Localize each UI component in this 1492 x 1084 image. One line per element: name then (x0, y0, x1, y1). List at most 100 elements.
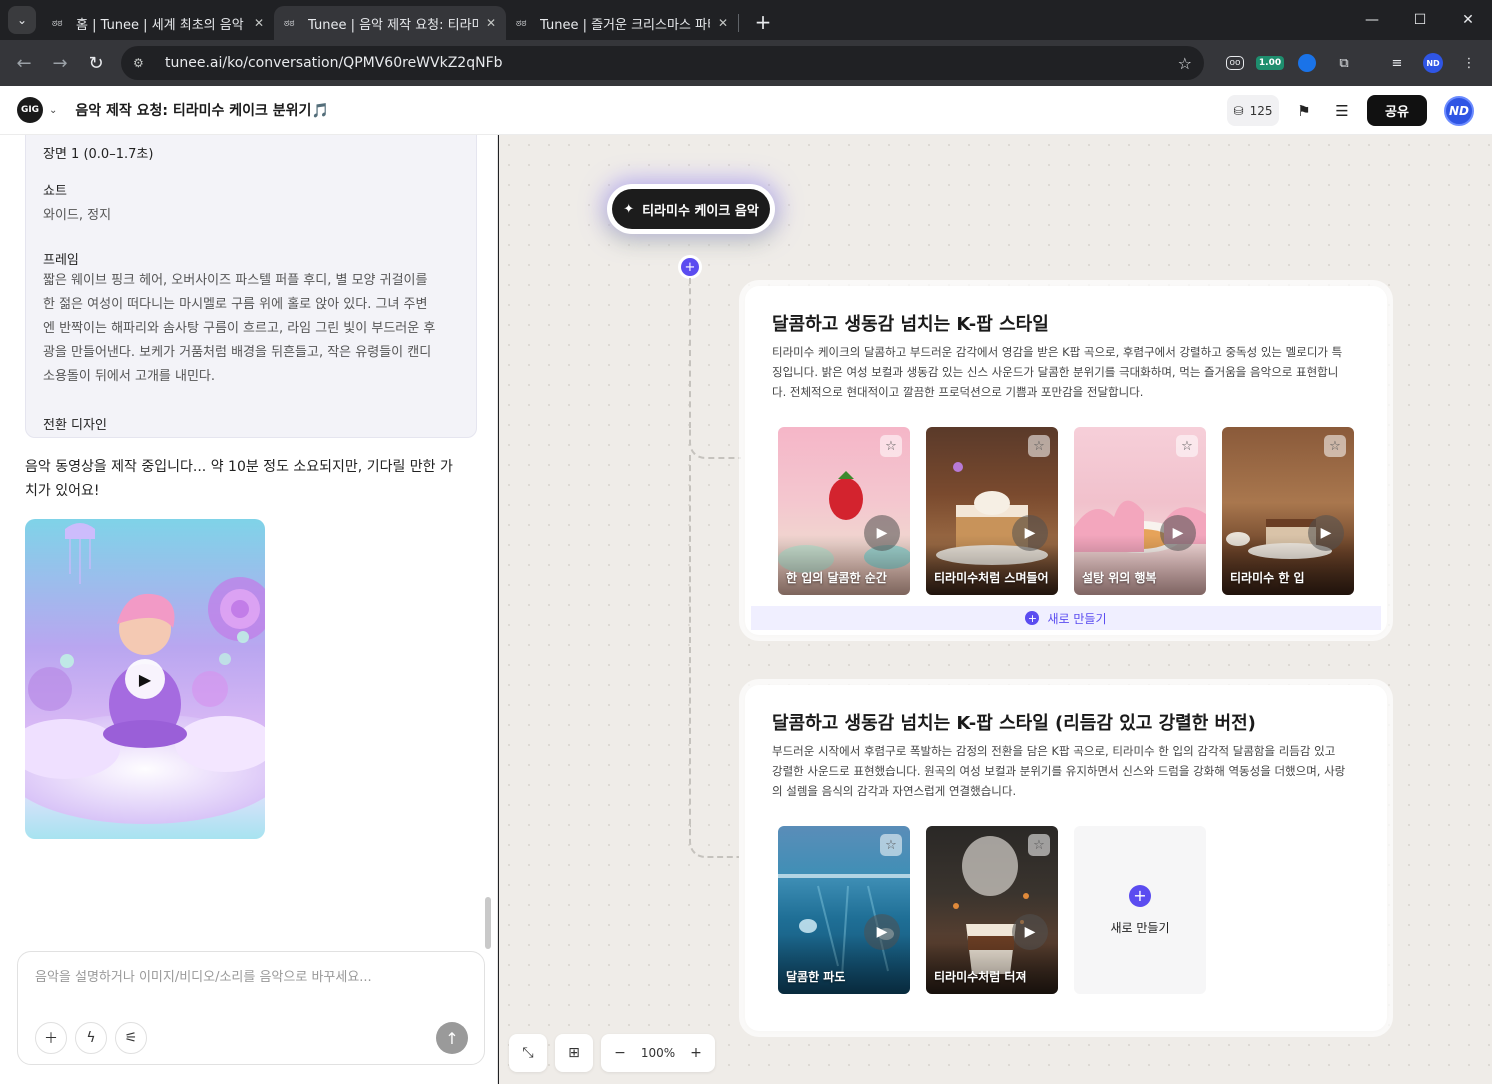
playlist-icon[interactable]: ☰ (1327, 95, 1357, 126)
zoom-in-icon[interactable]: + (677, 1034, 715, 1072)
play-icon[interactable]: ▶ (1012, 914, 1048, 950)
grid-view-button[interactable]: ⊞ (555, 1034, 593, 1072)
track-tile[interactable]: ☆ ▶ 한 입의 달콤한 순간 (778, 427, 910, 595)
star-icon[interactable]: ☆ (1324, 435, 1346, 457)
desc-line: 의 설렘을 음식의 감각과 자연스럽게 연결했습니다. (772, 784, 1017, 798)
back-arrow-icon[interactable]: ← (6, 53, 42, 74)
collapse-icon[interactable]: ⤡ (509, 1034, 547, 1072)
scene-title: 장면 1 (0.0–1.7초) (43, 147, 154, 162)
transition-label: 전환 디자인 (43, 418, 107, 433)
tab-title: 홈 | Tunee | 세계 최초의 음악 ( (76, 17, 246, 33)
close-icon[interactable]: ✕ (254, 16, 264, 30)
music-video-thumbnail[interactable]: ▶ (25, 519, 265, 839)
play-icon[interactable]: ▶ (125, 659, 165, 699)
connector-line (689, 825, 739, 858)
tab-title: Tunee | 즐거운 크리스마스 파티 (540, 17, 710, 33)
zoom-controls: − 100% + (601, 1034, 715, 1072)
star-icon[interactable]: ☆ (1176, 435, 1198, 457)
browser-tab[interactable]: ಠಠ Tunee | 즐거운 크리스마스 파티 ✕ (506, 6, 738, 40)
play-icon[interactable]: ▶ (1012, 515, 1048, 551)
browser-tab[interactable]: ಠಠ 홈 | Tunee | 세계 최초의 음악 ( ✕ (42, 6, 274, 40)
star-icon[interactable]: ☆ (880, 834, 902, 856)
result-card: 달콤하고 생동감 넘치는 K-팝 스타일 티라미수 케이크의 달콤하고 부드러운… (745, 286, 1387, 635)
zoom-out-icon[interactable]: − (601, 1034, 639, 1072)
prompt-input[interactable]: 음악을 설명하거나 이미지/비디오/소리를 음악으로 바꾸세요... (35, 966, 372, 985)
track-tile[interactable]: ☆ ▶ 티라미수 한 입 (1222, 427, 1354, 595)
new-create-bar[interactable]: + 새로 만들기 (751, 606, 1381, 630)
play-icon[interactable]: ▶ (1308, 515, 1344, 551)
browser-tab-active[interactable]: ಠಠ Tunee | 음악 제작 요청: 티라미 ✕ (274, 6, 506, 40)
star-icon[interactable]: ☆ (1028, 834, 1050, 856)
bookmark-star-icon[interactable]: ☆ (1178, 54, 1192, 73)
prompt-composer[interactable]: 음악을 설명하거나 이미지/비디오/소리를 음악으로 바꾸세요... ＋ ϟ ⚟… (17, 951, 485, 1065)
close-icon[interactable]: ✕ (718, 16, 728, 30)
play-icon[interactable]: ▶ (864, 914, 900, 950)
flag-icon[interactable]: ⚑ (1289, 95, 1319, 126)
desc-line: 티라미수 케이크의 달콤하고 부드러운 감각에서 영감을 받은 K팝 곡으로, … (772, 345, 1343, 359)
track-title: 티라미수 한 입 (1230, 571, 1305, 585)
desc-line: 다. 전체적으로 현대적이고 깔끔한 프로덕션으로 기쁨과 포만감을 전달합니다… (772, 385, 1144, 399)
star-icon[interactable]: ☆ (880, 435, 902, 457)
lightning-icon[interactable]: ϟ (75, 1022, 107, 1054)
tab-title: Tunee | 음악 제작 요청: 티라미 (308, 17, 478, 33)
add-attachment-icon[interactable]: ＋ (35, 1022, 67, 1054)
plus-icon: + (1025, 611, 1040, 625)
desc-line: 징입니다. 밝은 여성 보컬과 생동감 있는 신스 사운드가 달콤한 분위기를 … (772, 365, 1339, 379)
chat-panel: 장면 1 (0.0–1.7초) 쇼트 와이드, 정지 프레임 짧은 웨이브 핑크… (0, 135, 498, 1084)
settings-sliders-icon[interactable]: ⚟ (115, 1022, 147, 1054)
conversation-title: 음악 제작 요청: 티라미수 케이크 분위기🎵 (75, 103, 329, 119)
more-menu-icon[interactable]: ⋮ (1456, 50, 1482, 76)
extension-badge-icon[interactable]: 1.00 (1255, 50, 1285, 76)
star-icon[interactable]: ☆ (1028, 435, 1050, 457)
avatar[interactable]: ND (1444, 96, 1474, 126)
tunee-logo[interactable]: GIG (17, 97, 43, 123)
frame-line: 엔 반짝이는 해파리와 솜사탕 구름이 흐르고, 라임 그린 빛이 부드러운 후 (43, 321, 436, 336)
frame-line: 짧은 웨이브 핑크 헤어, 오버사이즈 파스텔 퍼플 후디, 별 모양 귀걸이를 (43, 273, 428, 288)
chevron-down-icon[interactable]: ⌄ (49, 105, 57, 116)
send-button[interactable]: ↑ (436, 1022, 468, 1054)
scrollbar[interactable] (485, 897, 491, 949)
track-tile[interactable]: ☆ ▶ 달콤한 파도 (778, 826, 910, 994)
site-settings-icon[interactable]: ⚙ (133, 56, 151, 70)
fit-view-button[interactable]: ⤡ (509, 1034, 547, 1072)
track-tile[interactable]: ☆ ▶ 티라미수처럼 스며들어 (926, 427, 1058, 595)
add-node-button[interactable]: + (681, 258, 699, 276)
minimize-icon[interactable]: — (1348, 0, 1396, 40)
desc-line: 부드러운 시작에서 후렴구로 폭발하는 감정의 전환을 담은 K팝 곡으로, 티… (772, 744, 1336, 758)
frame-select-icon[interactable]: ⊞ (555, 1034, 593, 1072)
new-create-tile[interactable]: + 새로 만들기 (1074, 826, 1206, 994)
puzzle-icon[interactable]: ⧉ (1331, 50, 1357, 76)
track-title: 달콤한 파도 (786, 970, 846, 984)
share-button[interactable]: 공유 (1367, 95, 1427, 126)
extension-blue-icon[interactable] (1294, 50, 1320, 76)
play-icon[interactable]: ▶ (1160, 515, 1196, 551)
credits-badge[interactable]: ⛁ 125 (1227, 95, 1279, 126)
new-tab-button[interactable]: + (751, 10, 775, 34)
workflow-canvas[interactable]: ✦ 티라미수 케이크 음악 + 달콤하고 생동감 넘치는 K-팝 스타일 티라미… (499, 135, 1492, 1084)
reload-icon[interactable]: ↻ (78, 53, 114, 74)
frame-label: 프레임 (43, 253, 79, 268)
tunee-favicon-icon: ಠಠ (284, 17, 295, 29)
extension-icon[interactable]: oo (1222, 50, 1248, 76)
track-tile[interactable]: ☆ ▶ 설탕 위의 행복 (1074, 427, 1206, 595)
browser-tab-bar: ⌄ ಠಠ 홈 | Tunee | 세계 최초의 음악 ( ✕ ಠಠ Tunee … (0, 0, 1492, 40)
tab-search-button[interactable]: ⌄ (8, 6, 36, 34)
address-bar[interactable]: ⚙ tunee.ai/ko/conversation/QPMV60reWVkZ2… (121, 46, 1204, 80)
close-icon[interactable]: ✕ (486, 16, 496, 30)
close-window-icon[interactable]: ✕ (1444, 0, 1492, 40)
track-tile[interactable]: ☆ ▶ 티라미수처럼 터져 (926, 826, 1058, 994)
shot-value: 와이드, 정지 (43, 208, 112, 223)
forward-arrow-icon[interactable]: → (42, 53, 78, 74)
root-node[interactable]: ✦ 티라미수 케이크 음악 (612, 189, 770, 229)
maximize-icon[interactable]: ☐ (1396, 0, 1444, 40)
profile-icon[interactable]: ND (1420, 50, 1446, 76)
play-icon[interactable]: ▶ (864, 515, 900, 551)
connector-line (689, 278, 691, 428)
frame-line: 한 젊은 여성이 떠다니는 마시멜로 구름 위에 홀로 앉아 있다. 그녀 주변 (43, 297, 428, 312)
track-title: 티라미수처럼 터져 (934, 970, 1027, 984)
card-description: 티라미수 케이크의 달콤하고 부드러운 감각에서 영감을 받은 K팝 곡으로, … (772, 342, 1362, 402)
connector-line (689, 425, 741, 459)
new-create-label: 새로 만들기 (1110, 920, 1170, 935)
credits-count: 125 (1249, 103, 1273, 118)
reading-list-icon[interactable]: ≡ (1384, 50, 1410, 76)
